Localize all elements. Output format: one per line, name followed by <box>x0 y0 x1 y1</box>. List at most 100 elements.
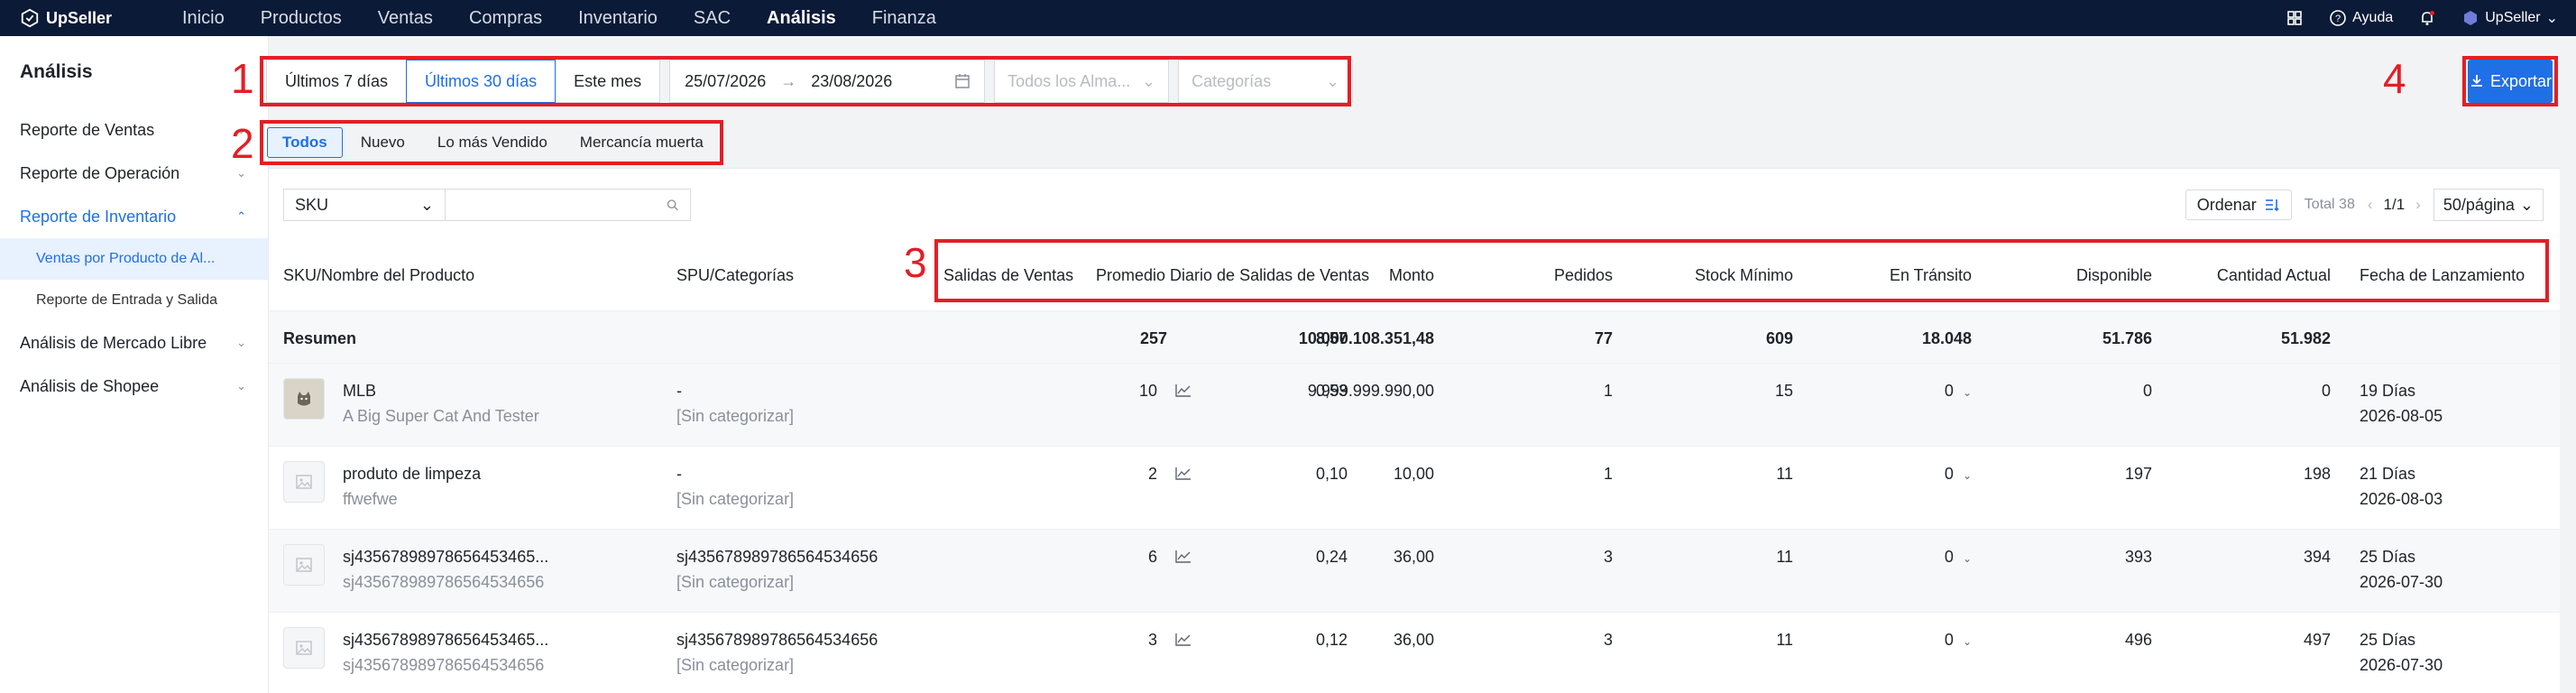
sidebar-item-reporte-ventas[interactable]: Reporte de Ventas ⌄ <box>0 108 268 152</box>
dias-value: 25 Días <box>2360 548 2416 566</box>
sidebar-item-reporte-operacion[interactable]: Reporte de Operación ⌄ <box>0 152 268 195</box>
header-stock-minimo[interactable]: Stock Mínimo <box>1669 266 1793 285</box>
apps-grid-icon <box>2287 11 2302 25</box>
chevron-down-icon: ⌄ <box>236 379 246 393</box>
per-page-select[interactable]: 50/página ⌄ <box>2433 189 2544 221</box>
nav-inicio[interactable]: Inicio <box>164 0 243 36</box>
sidebar-item-shopee[interactable]: Análisis de Shopee ⌄ <box>0 365 268 408</box>
transito-cell[interactable]: 0 ⌄ <box>1863 627 1972 654</box>
last-30-days-button[interactable]: Últimos 30 días <box>406 60 557 103</box>
product-image-cat[interactable] <box>283 378 325 420</box>
dias-value: 21 Días <box>2360 465 2416 483</box>
disponible-value: 496 <box>2124 631 2152 649</box>
tab-mercancia-muerta[interactable]: Mercancía muerta <box>566 127 718 158</box>
trend-chart-icon[interactable] <box>1174 633 1192 647</box>
date-from[interactable]: 25/07/2026 <box>685 72 766 91</box>
header-monto[interactable]: Monto <box>1329 266 1434 285</box>
salidas-cell: 6 <box>1081 544 1192 569</box>
summary-salidas: 257 <box>1139 329 1167 347</box>
app-logo[interactable]: UpSeller <box>20 8 164 28</box>
fecha-value: 2026-08-05 <box>2360 407 2443 425</box>
search-input[interactable] <box>456 195 666 215</box>
product-name[interactable]: sj43567898978656453465... <box>343 627 548 652</box>
app-name: UpSeller <box>46 8 113 27</box>
nav-sac[interactable]: SAC <box>676 0 749 36</box>
image-placeholder-icon <box>296 641 312 655</box>
warehouse-select[interactable]: Todos los Alma... ⌄ <box>994 60 1170 103</box>
next-page-icon[interactable]: › <box>2415 196 2421 214</box>
account-menu[interactable]: UpSeller ⌄ <box>2461 9 2558 27</box>
annotation-number-4: 4 <box>2383 55 2406 102</box>
product-name-cell: sj43567898978656453465... sj435678989786… <box>343 544 548 595</box>
summary-transito: 18.048 <box>1921 329 1972 347</box>
product-name[interactable]: MLB <box>343 378 539 403</box>
trend-chart-icon[interactable] <box>1174 467 1192 481</box>
header-promedio[interactable]: Promedio Diario de Salidas de Ventas <box>1096 266 1369 285</box>
product-name-cell: MLB A Big Super Cat And Tester <box>343 378 539 429</box>
dias-value: 19 Días <box>2360 382 2416 400</box>
product-image-placeholder[interactable] <box>283 627 325 669</box>
header-disponible[interactable]: Disponible <box>2028 266 2152 285</box>
tab-mas-vendido[interactable]: Lo más Vendido <box>423 127 562 158</box>
apps-grid-button[interactable] <box>2286 9 2304 27</box>
sidebar-item-reporte-inventario[interactable]: Reporte de Inventario ⌃ <box>0 195 268 238</box>
nav-ventas[interactable]: Ventas <box>360 0 451 36</box>
sidebar-item-mercado-libre[interactable]: Análisis de Mercado Libre ⌄ <box>0 321 268 365</box>
export-label: Exportar <box>2489 71 2553 90</box>
product-sku: ffwefwe <box>343 490 398 508</box>
category-select[interactable]: Categorías ⌄ <box>1178 60 1354 103</box>
export-button[interactable]: Exportar <box>2468 60 2553 103</box>
status-tabs: Todos Nuevo Lo más Vendido Mercancía mue… <box>267 126 718 159</box>
upseller-logo-icon <box>21 8 39 28</box>
product-image-placeholder[interactable] <box>283 461 325 503</box>
sidebar-item-label: Reporte de Ventas <box>20 120 155 139</box>
transito-value: 0 <box>1944 631 1954 649</box>
chevron-down-icon: ⌄ <box>236 336 246 349</box>
fecha-cell: 21 Días 2026-08-03 <box>2360 461 2443 512</box>
sidebar-subitem-entrada-salida[interactable]: Reporte de Entrada y Salida <box>0 280 268 321</box>
header-en-transito[interactable]: En Tránsito <box>1847 266 1972 285</box>
nav-compras[interactable]: Compras <box>451 0 560 36</box>
header-pedidos[interactable]: Pedidos <box>1504 266 1613 285</box>
sidebar-item-label: Reporte de Operación <box>20 163 180 182</box>
tab-nuevo[interactable]: Nuevo <box>346 127 419 158</box>
quick-date-group: Últimos 7 días Últimos 30 días Este mes <box>266 60 661 103</box>
header-salidas[interactable]: Salidas de Ventas <box>943 266 1073 285</box>
search-box[interactable] <box>446 189 691 221</box>
search-field-select[interactable]: SKU ⌄ <box>283 189 446 221</box>
date-to[interactable]: 23/08/2026 <box>811 72 892 91</box>
annotation-number-3: 3 <box>904 239 927 286</box>
trend-chart-icon[interactable] <box>1174 550 1192 564</box>
trend-chart-icon[interactable] <box>1174 383 1192 398</box>
product-spu: sj435678989786564534656 <box>676 631 879 649</box>
search-icon[interactable] <box>666 197 679 213</box>
nav-analisis[interactable]: Análisis <box>749 0 854 36</box>
order-button[interactable]: Ordenar <box>2185 189 2292 220</box>
notifications-button[interactable] <box>2418 9 2436 27</box>
product-name[interactable]: sj43567898978656453465... <box>343 544 548 569</box>
sidebar-subitem-ventas-por-producto[interactable]: Ventas por Producto de Al... <box>0 238 268 280</box>
this-month-button[interactable]: Este mes <box>555 60 661 103</box>
product-name[interactable]: produto de limpeza <box>343 461 481 486</box>
pedidos-value: 3 <box>1603 548 1613 566</box>
account-name: UpSeller <box>2485 10 2541 25</box>
header-fecha-lanzamiento[interactable]: Fecha de Lanzamiento <box>2360 266 2525 285</box>
transito-cell[interactable]: 0 ⌄ <box>1863 461 1972 488</box>
product-image-placeholder[interactable] <box>283 544 325 586</box>
salidas-cell: 3 <box>1081 627 1192 652</box>
last-7-days-button[interactable]: Últimos 7 días <box>266 60 408 103</box>
total-count: Total 38 <box>2304 197 2355 212</box>
prev-page-icon[interactable]: ‹ <box>2368 196 2373 214</box>
header-cantidad-actual[interactable]: Cantidad Actual <box>2170 266 2331 285</box>
nav-productos[interactable]: Productos <box>243 0 360 36</box>
help-button[interactable]: ? Ayuda <box>2329 9 2393 27</box>
table-header-row: SKU/Nombre del Producto SPU/Categorías S… <box>269 243 2560 311</box>
product-sku: A Big Super Cat And Tester <box>343 407 539 425</box>
nav-finanza[interactable]: Finanza <box>854 0 954 36</box>
transito-cell[interactable]: 0 ⌄ <box>1863 544 1972 571</box>
pedidos-value: 1 <box>1603 465 1613 483</box>
nav-inventario[interactable]: Inventario <box>560 0 676 36</box>
tab-todos[interactable]: Todos <box>267 127 343 158</box>
transito-cell[interactable]: 0 ⌄ <box>1863 378 1972 405</box>
date-range-picker[interactable]: 25/07/2026 → 23/08/2026 <box>669 60 986 103</box>
